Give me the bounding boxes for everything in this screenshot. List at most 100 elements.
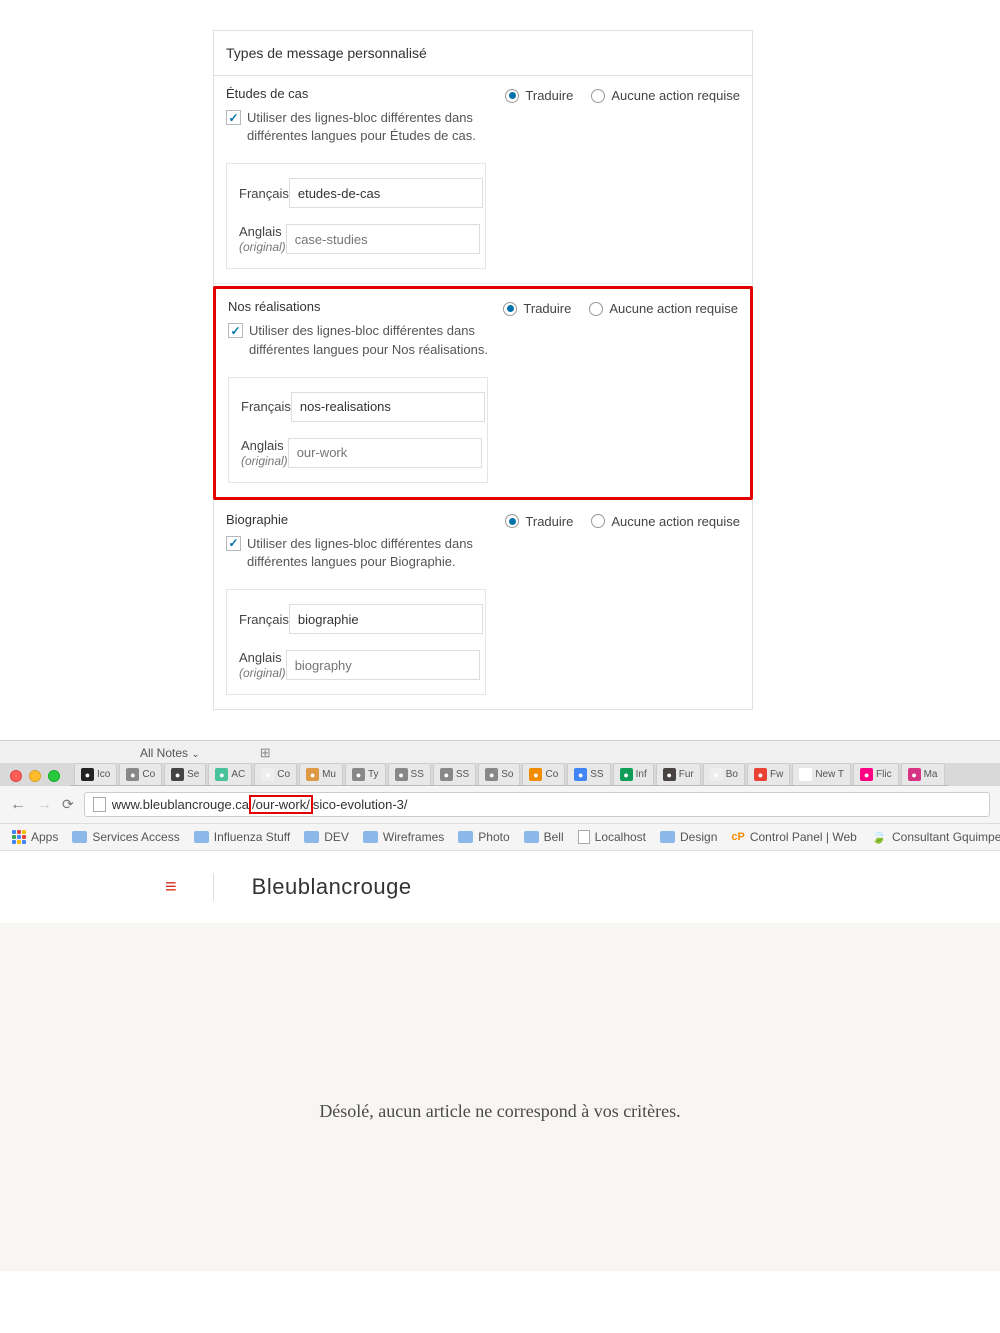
control-panel-bookmark[interactable]: cPControl Panel | Web [731,830,856,844]
favicon-icon: ● [529,768,542,781]
page-icon [93,797,106,812]
translation-radio-group: Traduire Aucune action requise [503,299,738,316]
browser-tab[interactable]: ●AC [208,763,252,785]
use-different-slugs-checkbox[interactable] [228,323,243,338]
localhost-bookmark[interactable]: Localhost [578,830,646,844]
browser-tab[interactable]: ●Ma [901,763,945,785]
browser-tab[interactable]: ●SS [388,763,431,785]
favicon-icon: ● [261,768,274,781]
radio-icon [505,514,519,528]
browser-tab[interactable]: ●Co [119,763,162,785]
no-results-message: Désolé, aucun article ne correspond à vo… [0,1101,1000,1122]
browser-tab[interactable]: ●So [478,763,520,785]
browser-tab[interactable]: ●Inf [613,763,654,785]
browser-tab[interactable]: ●Co [254,763,297,785]
folder-icon [194,831,209,843]
favicon-icon: ● [306,768,319,781]
folder-icon [304,831,319,843]
browser-tab[interactable]: ●Fur [656,763,701,785]
chevron-down-icon: ⌄ [191,749,199,760]
use-different-slugs-checkbox[interactable] [226,110,241,125]
browser-tab[interactable]: ●Fw [747,763,790,785]
consultant-bookmark[interactable]: 🍃Consultant Gquimpe [871,829,1000,845]
slug-box: Français Anglais(original) [228,377,488,483]
settings-panel: Types de message personnalisé Études de … [213,30,753,710]
folder-icon [72,831,87,843]
bookmark-folder[interactable]: DEV [304,830,349,844]
lang-label-fr: Français [239,612,289,627]
radio-translate[interactable]: Traduire [503,301,571,316]
slug-input-en[interactable] [286,650,480,680]
bookmark-folder[interactable]: Wireframes [363,830,444,844]
cpt-title: Nos réalisations [228,299,503,314]
minimize-window-icon[interactable] [29,770,41,782]
browser-tab[interactable]: ●Co [522,763,565,785]
lang-label-fr: Français [241,399,291,414]
bookmark-folder[interactable]: Photo [458,830,509,844]
address-bar: ← → ⟳ www.bleublancrouge.ca /our-work/ s… [0,786,1000,824]
divider [213,873,214,901]
slug-input-fr[interactable] [289,178,483,208]
radio-no-action[interactable]: Aucune action requise [591,514,740,529]
translation-radio-group: Traduire Aucune action requise [505,86,740,103]
design-bookmark[interactable]: Design [660,830,717,844]
bookmark-folder[interactable]: Influenza Stuff [194,830,291,844]
folder-icon [524,831,539,843]
reload-button[interactable]: ⟳ [62,796,74,813]
tab-strip: ●Ico●Co●Se●AC●Co●Mu●Ty●SS●SS●So●Co●SS●In… [70,763,949,786]
slug-input-fr[interactable] [291,392,485,422]
bookmark-folder[interactable]: Bell [524,830,564,844]
slug-input-en[interactable] [288,438,482,468]
hamburger-icon[interactable]: ≡ [165,876,177,899]
checkbox-label: Utiliser des lignes-bloc différentes dan… [247,109,505,145]
url-input[interactable]: www.bleublancrouge.ca /our-work/ sico-ev… [84,792,990,817]
maximize-window-icon[interactable] [48,770,60,782]
forward-button[interactable]: → [36,796,52,814]
cpanel-icon: cP [731,831,744,843]
browser-tab[interactable]: ●New T [792,763,851,785]
slug-box: Français Anglais(original) [226,163,486,269]
favicon-icon: ● [171,768,184,781]
browser-window: ●Ico●Co●Se●AC●Co●Mu●Ty●SS●SS●So●Co●SS●In… [0,763,1000,1271]
favicon-icon: ● [485,768,498,781]
radio-translate[interactable]: Traduire [505,514,573,529]
favicon-icon: ● [574,768,587,781]
cpt-section: Nos réalisations Utiliser des lignes-blo… [213,286,753,499]
radio-translate[interactable]: Traduire [505,88,573,103]
url-post: sico-evolution-3/ [313,797,408,812]
radio-icon [589,302,603,316]
radio-icon [503,302,517,316]
radio-no-action[interactable]: Aucune action requise [591,88,740,103]
close-window-icon[interactable] [10,770,22,782]
use-different-slugs-checkbox[interactable] [226,536,241,551]
browser-tab[interactable]: ●Bo [703,763,745,785]
site-title: Bleublancrouge [252,874,412,900]
favicon-icon: ● [126,768,139,781]
favicon-icon: ● [663,768,676,781]
favicon-icon: ● [860,768,873,781]
browser-tab[interactable]: ●Ty [345,763,386,785]
back-button[interactable]: ← [10,796,26,814]
browser-tab[interactable]: ●Se [164,763,206,785]
browser-tab[interactable]: ●Mu [299,763,343,785]
radio-icon [591,89,605,103]
radio-no-action[interactable]: Aucune action requise [589,301,738,316]
browser-tab[interactable]: ●SS [433,763,476,785]
slug-input-en[interactable] [286,224,480,254]
lang-label-fr: Français [239,186,289,201]
browser-tab[interactable]: ●Ico [74,763,117,785]
checkbox-label: Utiliser des lignes-bloc différentes dan… [249,322,503,358]
bookmark-folder[interactable]: Services Access [72,830,179,844]
url-highlighted-segment: /our-work/ [249,795,313,814]
browser-tab[interactable]: ●SS [567,763,610,785]
lang-label-en: Anglais(original) [239,224,286,254]
page-header: ≡ Bleublancrouge [0,851,1000,923]
apps-bookmark[interactable]: Apps [12,830,58,844]
grid-view-icon[interactable]: ⊞ [260,745,271,761]
lang-label-en: Anglais(original) [241,438,288,468]
favicon-icon: ● [620,768,633,781]
browser-tab[interactable]: ●Flic [853,763,899,785]
slug-input-fr[interactable] [289,604,483,634]
all-notes-dropdown[interactable]: All Notes ⌄ [140,746,200,760]
window-controls [0,764,70,786]
